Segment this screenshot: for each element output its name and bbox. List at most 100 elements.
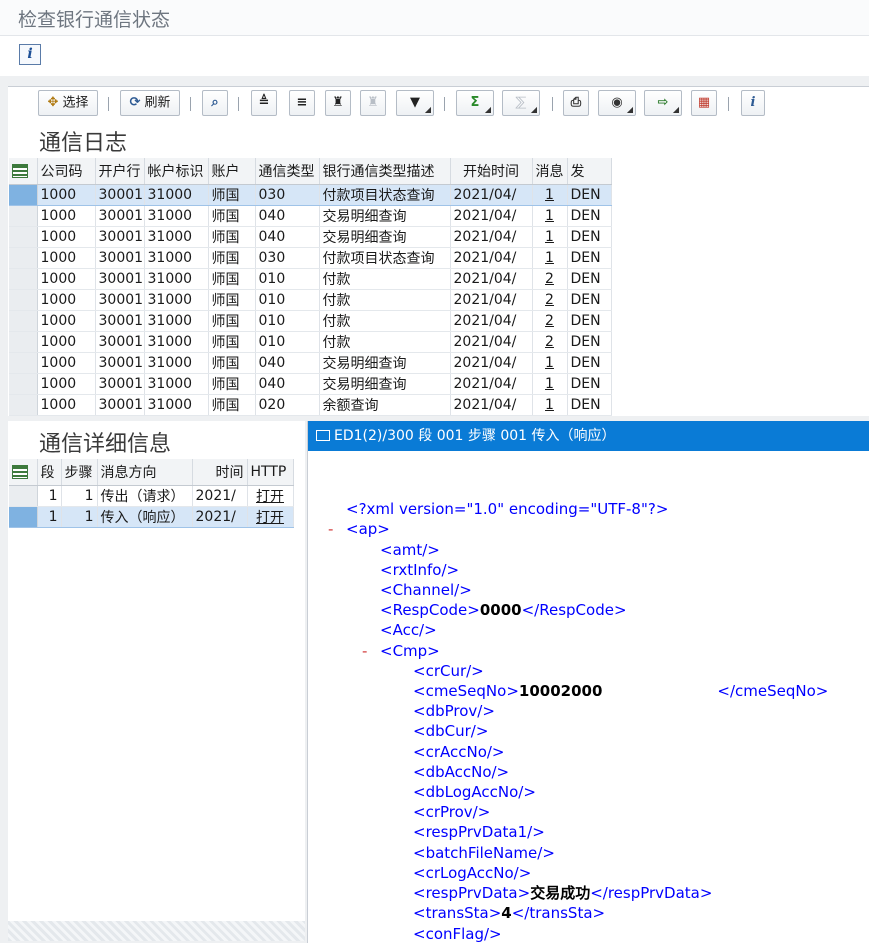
row-selector[interactable] — [9, 506, 38, 528]
table-cell: 010 — [255, 310, 320, 332]
table-row[interactable]: 1 1 传出（请求） 2021/打开 — [9, 485, 294, 507]
dropdown-arrow-icon: ◢ — [672, 105, 679, 114]
table-cell: 交易明细查询 — [319, 226, 451, 248]
table-row[interactable]: 1000 30001 31000 师国 010 付款 2021/04/2 DEN — [9, 331, 612, 353]
total-button[interactable]: Σ ◢ — [456, 90, 494, 116]
xml-tag: <ap> — [346, 520, 390, 538]
row-selector[interactable] — [9, 485, 38, 507]
xml-tag: <RespCode> — [380, 601, 480, 619]
row-selector[interactable] — [9, 268, 38, 290]
print-button[interactable]: ⎙ — [563, 90, 589, 116]
table-row[interactable]: 1000 30001 31000 师国 040 交易明细查询 2021/04/1 DEN — [9, 352, 612, 374]
message-count-link[interactable]: 2 — [532, 289, 568, 311]
details-button[interactable]: ⌕ — [202, 90, 228, 116]
table-cell: 30001 — [95, 310, 145, 332]
column-header[interactable]: 公司码 — [37, 158, 96, 185]
table-row[interactable]: 1000 30001 31000 师国 040 交易明细查询 2021/04/1 DEN — [9, 205, 612, 227]
table-cell: 30001 — [95, 289, 145, 311]
xml-node-cmp[interactable]: - <Cmp> — [362, 641, 440, 661]
xml-line: <Acc/> — [380, 621, 437, 639]
subtotal-button[interactable]: ⅀ ◢ — [502, 90, 540, 116]
layout-button[interactable] — [9, 459, 38, 486]
export-button[interactable]: ⇨ ◢ — [644, 90, 682, 116]
filter-button[interactable]: ▼ ◢ — [396, 90, 434, 116]
table-cell: DEN — [567, 394, 612, 416]
table-row[interactable]: 1000 30001 31000 师国 010 付款 2021/04/2 DEN — [9, 289, 612, 311]
collapse-toggle[interactable]: - — [328, 519, 333, 539]
table-cell: 2021/04/ — [450, 310, 533, 332]
table-row[interactable]: 1000 30001 31000 师国 010 付款 2021/04/2 DEN — [9, 310, 612, 332]
help-info-button[interactable]: i — [741, 90, 765, 116]
layout-button[interactable] — [9, 158, 38, 185]
xml-line: <RespCode>0000</RespCode> — [380, 600, 627, 620]
column-header[interactable]: 消息 — [532, 158, 568, 185]
table-cell: 余额查询 — [319, 394, 451, 416]
message-count-link[interactable]: 1 — [532, 184, 568, 206]
message-count-link[interactable]: 1 — [532, 205, 568, 227]
layout-button[interactable]: ▦ — [691, 90, 717, 116]
table-row[interactable]: 1000 30001 31000 师国 040 交易明细查询 2021/04/1 DEN — [9, 226, 612, 248]
message-count-link[interactable]: 2 — [532, 310, 568, 332]
row-selector[interactable] — [9, 184, 38, 206]
message-count-link[interactable]: 2 — [532, 268, 568, 290]
row-selector[interactable] — [9, 373, 38, 395]
table-row[interactable]: 1000 30001 31000 师国 010 付款 2021/04/2 DEN — [9, 268, 612, 290]
message-count-link[interactable]: 2 — [532, 331, 568, 353]
select-icon: ✥ — [47, 95, 59, 110]
row-selector[interactable] — [9, 352, 38, 374]
row-selector[interactable] — [9, 289, 38, 311]
column-header[interactable]: 开户行 — [95, 158, 145, 185]
http-open-link[interactable]: 打开 — [247, 485, 294, 507]
message-count-link[interactable]: 1 — [532, 226, 568, 248]
column-header[interactable]: 通信类型 — [255, 158, 320, 185]
row-selector[interactable] — [9, 226, 38, 248]
message-count-link[interactable]: 1 — [532, 247, 568, 269]
row-selector[interactable] — [9, 331, 38, 353]
table-row[interactable]: 1000 30001 31000 师国 020 余额查询 2021/04/1 DEN — [9, 394, 612, 416]
dropdown-arrow-icon: ◢ — [530, 105, 537, 114]
row-selector[interactable] — [9, 205, 38, 227]
column-header[interactable]: 发 — [567, 158, 612, 185]
message-count-link[interactable]: 1 — [532, 373, 568, 395]
column-header[interactable]: 账户 — [208, 158, 256, 185]
row-selector[interactable] — [9, 310, 38, 332]
column-header[interactable]: 帐户标识 — [144, 158, 209, 185]
table-cell: 2021/04/ — [450, 226, 533, 248]
row-selector[interactable] — [9, 247, 38, 269]
column-header[interactable]: 开始时间 — [450, 158, 533, 185]
find-button[interactable]: ♜ — [325, 90, 351, 116]
table-cell: 30001 — [95, 394, 145, 416]
column-header[interactable]: 消息方向 — [97, 459, 193, 486]
column-header[interactable]: 银行通信类型描述 — [319, 158, 451, 185]
table-cell: 1 — [61, 506, 98, 528]
views-button[interactable]: ◉ ◢ — [598, 90, 636, 116]
column-header[interactable]: HTTP — [247, 459, 294, 486]
http-open-link[interactable]: 打开 — [247, 506, 294, 528]
sort-ascending-button[interactable]: ≜ — [251, 90, 277, 116]
column-header[interactable]: 步骤 — [61, 459, 98, 486]
collapse-toggle[interactable]: - — [362, 641, 367, 661]
xml-line: <crAccNo/> — [413, 743, 505, 761]
info-button[interactable]: i — [19, 44, 41, 65]
column-header[interactable]: 时间 — [192, 459, 248, 486]
find-next-button[interactable]: ♜ — [360, 90, 386, 116]
layout-icon — [12, 464, 28, 479]
sort-descending-button[interactable]: ≡ — [289, 90, 315, 116]
xml-node-ap[interactable]: - <ap> — [328, 519, 390, 539]
message-count-link[interactable]: 1 — [532, 394, 568, 416]
select-button[interactable]: ✥ 选择 — [38, 90, 98, 116]
table-cell: 31000 — [144, 373, 209, 395]
table-row[interactable]: 1000 30001 31000 师国 040 交易明细查询 2021/04/1 DEN — [9, 373, 612, 395]
table-row[interactable]: 1 1 传入（响应） 2021/打开 — [9, 506, 294, 528]
table-cell: 30001 — [95, 205, 145, 227]
refresh-button[interactable]: ⟳ 刷新 — [120, 90, 180, 116]
column-header[interactable]: 段 — [37, 459, 62, 486]
message-count-link[interactable]: 1 — [532, 352, 568, 374]
table-cell: 1000 — [37, 226, 96, 248]
select-label: 选择 — [62, 95, 89, 111]
dropdown-arrow-icon: ◢ — [424, 105, 431, 114]
table-row[interactable]: 1000 30001 31000 师国 030 付款项目状态查询 2021/04/1 DEN — [9, 247, 612, 269]
table-row[interactable]: 1000 30001 31000 师国 030 付款项目状态查询 2021/04/1 DEN — [9, 184, 612, 206]
row-selector[interactable] — [9, 394, 38, 416]
communication-detail-panel: 通信详细信息 段 步骤 消息方向 时间 HTTP 1 1 传出（请求） 2021/打开… — [8, 421, 305, 941]
